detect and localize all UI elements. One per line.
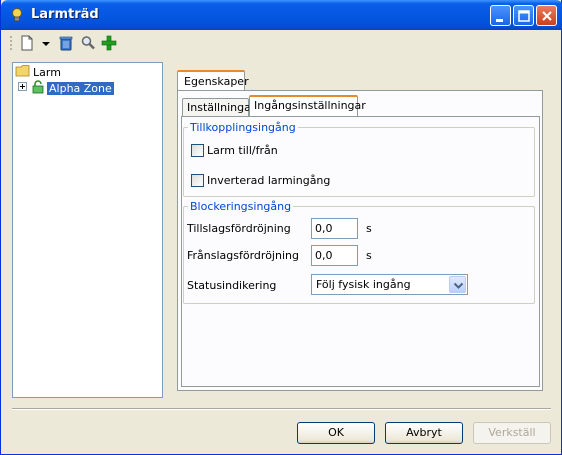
delay-off-label: Frånslagsfördröjning <box>187 249 299 262</box>
recycle-bin-icon[interactable] <box>58 33 74 53</box>
lightbulb-icon <box>9 7 25 23</box>
delay-on-unit: s <box>366 222 372 235</box>
apply-button[interactable]: Verkställ <box>473 422 551 444</box>
title-bar[interactable]: Larmträd <box>1 0 562 30</box>
window-title: Larmträd <box>31 7 99 22</box>
delay-on-label: Tillslagsfördröjning <box>187 222 291 235</box>
checkbox-alarm-onoff[interactable]: Larm till/från <box>191 144 278 157</box>
maximize-button[interactable] <box>513 5 534 26</box>
expand-plus-icon[interactable] <box>18 81 28 95</box>
folder-icon <box>15 64 31 81</box>
toolbar-grip <box>9 33 13 53</box>
add-plus-icon[interactable] <box>101 33 117 53</box>
footer-separator <box>12 408 551 410</box>
chevron-down-icon[interactable] <box>449 276 466 293</box>
magnifier-icon[interactable] <box>80 33 96 53</box>
alarm-onoff-label: Larm till/från <box>207 144 278 157</box>
alarm-onoff-checkbox[interactable] <box>191 144 204 157</box>
tree-node-root[interactable]: Larm <box>15 64 63 80</box>
tree-child-label: Alpha Zone <box>47 81 114 95</box>
inverted-input-checkbox[interactable] <box>191 174 204 187</box>
tab-properties[interactable]: Egenskaper <box>177 70 249 92</box>
group-blocking-title: Blockeringsingång <box>188 200 294 213</box>
tab-input-settings[interactable]: Ingångsinställningar <box>249 95 366 117</box>
toolbar <box>1 30 561 56</box>
tab-settings[interactable]: Inställningar <box>182 98 255 118</box>
status-indication-value: Följ fysisk ingång <box>316 278 411 291</box>
minimize-button[interactable] <box>490 5 511 26</box>
ok-button[interactable]: OK <box>297 422 375 444</box>
close-button[interactable] <box>536 5 557 26</box>
cancel-button[interactable]: Avbryt <box>385 422 463 444</box>
new-doc-icon[interactable] <box>19 33 35 53</box>
inverted-input-label: Inverterad larmingång <box>207 174 331 187</box>
alarm-tree[interactable]: Larm Alpha Zone <box>12 62 163 398</box>
status-indication-select[interactable]: Följ fysisk ingång <box>311 274 468 295</box>
dropdown-arrow-icon[interactable] <box>41 33 51 53</box>
group-activation-title: Tillkopplingsingång <box>188 121 298 134</box>
delay-off-unit: s <box>366 249 372 262</box>
checkbox-inverted-input[interactable]: Inverterad larmingång <box>191 174 330 187</box>
dialog-window: Larmträd Larm Alpha Zone Egenskaper Inst… <box>0 0 562 455</box>
status-indication-label: Statusindikering <box>187 279 277 292</box>
padlock-icon <box>31 79 45 97</box>
delay-on-field[interactable]: 0,0 <box>311 218 358 239</box>
delay-off-field[interactable]: 0,0 <box>311 245 358 266</box>
tree-root-label: Larm <box>33 65 61 79</box>
tree-node-child[interactable]: Alpha Zone <box>18 79 114 97</box>
